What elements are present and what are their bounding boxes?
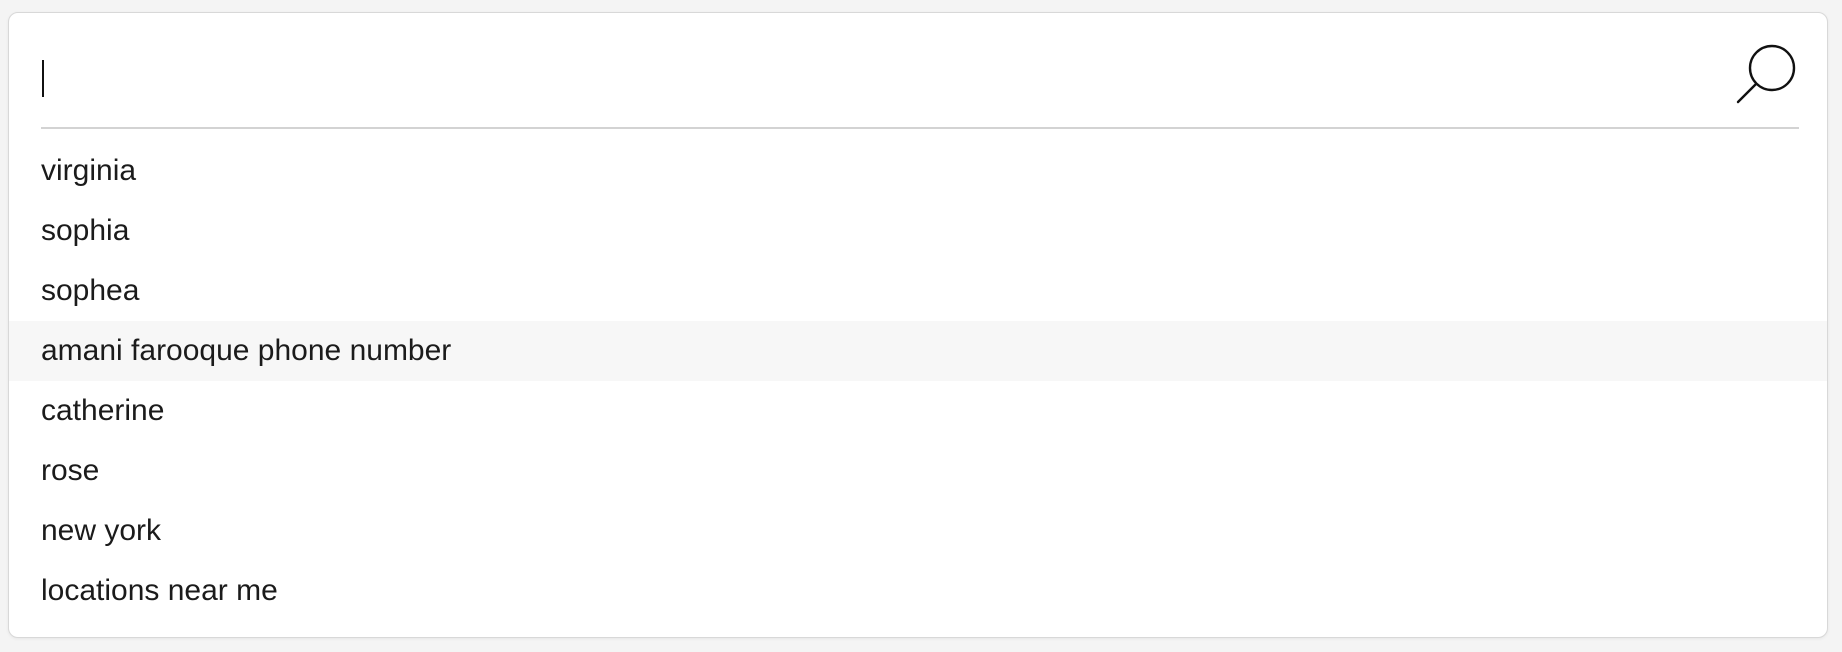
suggestion-item[interactable]: sophea — [9, 261, 1827, 321]
text-caret — [42, 60, 44, 97]
suggestion-item[interactable]: catherine — [9, 381, 1827, 441]
search-autocomplete-panel: virginia sophia sophea amani farooque ph… — [8, 12, 1828, 638]
suggestion-item-highlighted[interactable]: amani farooque phone number — [9, 321, 1827, 381]
suggestion-item[interactable]: virginia — [9, 141, 1827, 201]
suggestion-list: virginia sophia sophea amani farooque ph… — [9, 141, 1827, 621]
suggestion-item[interactable]: new york — [9, 501, 1827, 561]
suggestion-item[interactable]: locations near me — [9, 561, 1827, 621]
suggestion-item[interactable]: rose — [9, 441, 1827, 501]
search-icon[interactable] — [1735, 42, 1799, 106]
suggestion-item[interactable]: sophia — [9, 201, 1827, 261]
search-input[interactable] — [41, 51, 1681, 111]
search-bar — [41, 31, 1799, 129]
